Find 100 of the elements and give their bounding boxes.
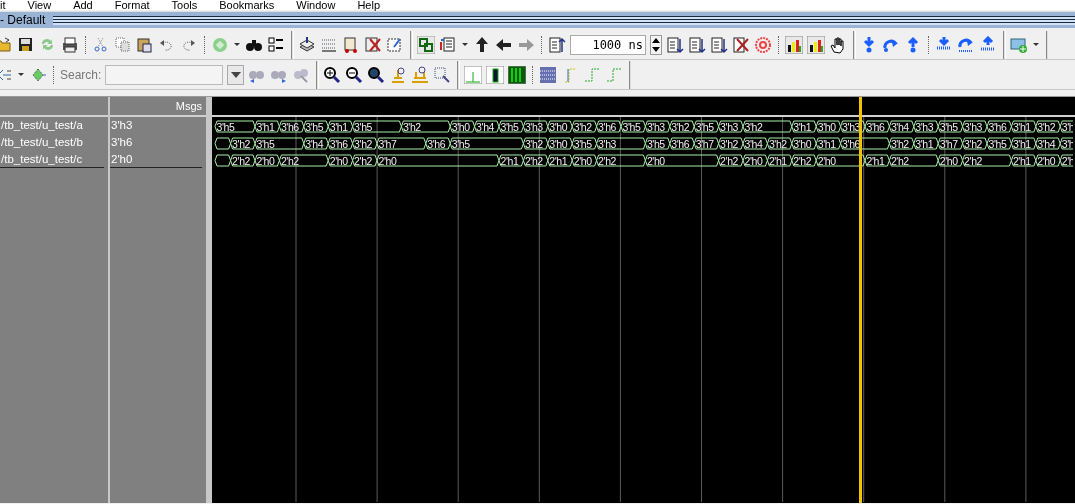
bus-value: 3'h1 — [915, 138, 934, 150]
bus-value: 2'h2 — [524, 155, 543, 167]
signal-name[interactable]: /tb_test/u_test/b — [0, 134, 108, 151]
bus-value: 2'h2 — [890, 155, 909, 167]
bus-value: 3'h2 — [744, 121, 763, 133]
bus-value: 3'h5 — [939, 121, 958, 133]
bus-value: 3'h5 — [646, 138, 665, 150]
bus-value: 3'h2 — [232, 138, 251, 150]
bus-value: 2'h2 — [354, 155, 373, 167]
signal-name[interactable]: /tb_test/u_test/a — [0, 117, 108, 134]
bus-value: 3'h2 — [402, 121, 421, 133]
bus-value: 3'h2 — [964, 138, 983, 150]
bus-value: 3'h3 — [646, 121, 665, 133]
bus-value: 3'h4 — [305, 138, 324, 150]
signal-name[interactable]: /tb_test/u_test/c — [0, 151, 104, 168]
bus-value: 2'h2 — [720, 155, 739, 167]
bus-value: 3'h6 — [598, 121, 617, 133]
bus-value: 3'h6 — [671, 138, 690, 150]
bus-value: 3'h3 — [720, 121, 739, 133]
bus-value: 3'h5 — [988, 138, 1007, 150]
bus-value: 3'h3 — [598, 138, 617, 150]
bus-value: 2'h0 — [744, 155, 763, 167]
bus-value: 3'h2 — [1037, 121, 1056, 133]
bus-value: 3'h7 — [695, 138, 714, 150]
bus-value: 3'h5 — [695, 121, 714, 133]
bus-value: 3'h1 — [329, 121, 348, 133]
signal-value: 3'h3 — [110, 118, 134, 133]
bus-value: 3'h6 — [866, 121, 885, 133]
bus-value: 3'h3 — [915, 121, 934, 133]
bus-value: 3'h4 — [890, 121, 909, 133]
bus-value: 3'h4 — [1037, 138, 1056, 150]
bus-value: 2'h2 — [793, 155, 812, 167]
bus-value: 3'h0 — [793, 138, 812, 150]
bus-value: 2'h2 — [964, 155, 983, 167]
bus-value: 3'h7 — [378, 138, 397, 150]
bus-value: 3'h6 — [427, 138, 446, 150]
bus-value: 3'h4 — [744, 138, 763, 150]
bus-value: 3'h1 — [1012, 121, 1031, 133]
bus-value: 2'h0 — [646, 155, 665, 167]
bus-value: 3'h — [1061, 138, 1073, 150]
bus-value: 3'h1 — [817, 138, 836, 150]
bus-value: 2'h0 — [1037, 155, 1056, 167]
bus-value: 2'h0 — [378, 155, 397, 167]
msgs-header: Msgs — [175, 98, 202, 114]
bus-value: 3'h0 — [451, 121, 470, 133]
menu-item[interactable]: Add — [73, 0, 93, 10]
bus-value: 3'h5 — [256, 138, 275, 150]
time-field[interactable]: 1000 ns — [570, 34, 646, 55]
bus-value: 3'h2 — [890, 138, 909, 150]
bus-value: 2'h0 — [939, 155, 958, 167]
menu-item[interactable]: Window — [296, 0, 336, 10]
bus-value: 2'h0 — [573, 155, 592, 167]
menu-item[interactable]: View — [27, 0, 52, 10]
bus-value: 2'h2 — [232, 155, 251, 167]
bus-value: 3'h5 — [500, 121, 519, 133]
bus-value: 3'h5 — [216, 121, 235, 133]
bus-value: 3'h0 — [817, 121, 836, 133]
bus-value: 3'h6 — [280, 121, 299, 133]
bus-value: 2'h1 — [500, 155, 519, 167]
bus-value: 3'h2 — [354, 138, 373, 150]
signal-value: 2'h0 — [110, 151, 202, 168]
bus-value: 3'h5 — [573, 138, 592, 150]
bus-value: 2'h0 — [817, 155, 836, 167]
bus-value: 3'h6 — [329, 138, 348, 150]
bus-value: 3'h1 — [793, 121, 812, 133]
bus-value: 3'h — [1061, 121, 1073, 133]
bus-value: 3'h1 — [256, 121, 275, 133]
bus-value: 3'h4 — [476, 121, 495, 133]
bus-value: 3'h5 — [451, 138, 470, 150]
search-label: Search: — [60, 66, 102, 84]
bus-value: 3'h3 — [964, 121, 983, 133]
bus-value: 2'h0 — [329, 155, 348, 167]
signal-value: 3'h6 — [110, 135, 134, 150]
bus-value: 3'h7 — [939, 138, 958, 150]
bus-value: 3'h2 — [524, 138, 543, 150]
bus-value: 2'h2 — [280, 155, 299, 167]
bus-value: 2'h1 — [549, 155, 568, 167]
menu-item[interactable]: Tools — [171, 0, 198, 10]
bus-value: 3'h5 — [354, 121, 373, 133]
window-title: - Default — [0, 12, 46, 29]
bus-value: 3'h5 — [305, 121, 324, 133]
bus-value: 2'h0 — [256, 155, 275, 167]
menu-item[interactable]: Help — [357, 0, 381, 10]
bus-value: 2'h1 — [1012, 155, 1031, 167]
bus-value: 2'h1 — [866, 155, 885, 167]
menu-item[interactable]: it — [0, 0, 6, 10]
menu-item[interactable]: Format — [114, 0, 150, 10]
bus-value: 3'h2 — [720, 138, 739, 150]
bus-value: 3'h0 — [549, 121, 568, 133]
bus-value: 3'h1 — [1012, 138, 1031, 150]
bus-value: 3'h2 — [573, 121, 592, 133]
bus-value: 2'h1 — [768, 155, 787, 167]
bus-value: 2'h — [1061, 155, 1073, 167]
bus-value: 3'h5 — [622, 121, 641, 133]
bus-value: 3'h2 — [768, 138, 787, 150]
bus-value: 3'h0 — [549, 138, 568, 150]
bus-value: 3'h2 — [671, 121, 690, 133]
menu-item[interactable]: Bookmarks — [219, 0, 275, 10]
bus-value: 3'h6 — [988, 121, 1007, 133]
bus-value: 3'h3 — [524, 121, 543, 133]
